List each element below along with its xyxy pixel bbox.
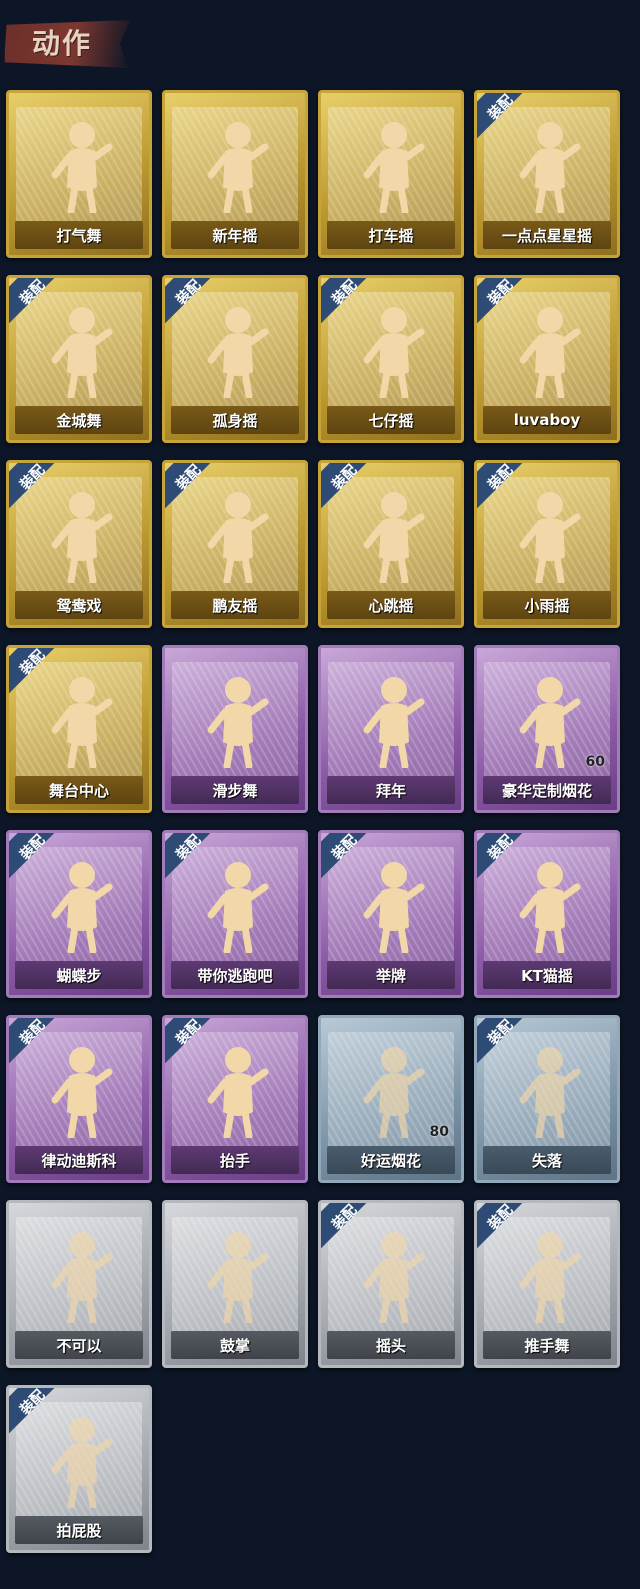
emote-card[interactable]: 装配 luvaboy (474, 275, 620, 443)
section-title: 动作 (32, 27, 93, 60)
dance-figure-icon (517, 672, 583, 770)
dance-figure-icon (49, 487, 115, 585)
dance-figure-icon (517, 857, 583, 955)
dance-figure-icon (205, 672, 271, 770)
emote-card[interactable]: 60 豪华定制烟花 (474, 645, 620, 813)
emote-label: 一点点星星摇 (483, 221, 611, 249)
dance-figure-icon (361, 487, 427, 585)
emote-label: 律动迪斯科 (15, 1146, 143, 1174)
emote-card[interactable]: 装配 一点点星星摇 (474, 90, 620, 258)
emote-label: 拜年 (327, 776, 455, 804)
emote-label: 鼓掌 (171, 1331, 299, 1359)
emote-card[interactable]: 装配 拍屁股 (6, 1385, 152, 1553)
emote-label: 打气舞 (15, 221, 143, 249)
emote-label: 舞台中心 (15, 776, 143, 804)
dance-figure-icon (49, 117, 115, 215)
count-badge: 60 (585, 754, 605, 770)
emote-label: 鹏友摇 (171, 591, 299, 619)
emote-card[interactable]: 装配 举牌 (318, 830, 464, 998)
emote-card[interactable]: 装配 小雨摇 (474, 460, 620, 628)
emote-card[interactable]: 打车摇 (318, 90, 464, 258)
emote-label: 滑步舞 (171, 776, 299, 804)
emote-card[interactable]: 鼓掌 (162, 1200, 308, 1368)
emote-card[interactable]: 装配 金城舞 (6, 275, 152, 443)
dance-figure-icon (49, 672, 115, 770)
emote-label: luvaboy (483, 406, 611, 434)
dance-figure-icon (517, 1227, 583, 1325)
emote-card[interactable]: 装配 鹏友摇 (162, 460, 308, 628)
emote-label: 豪华定制烟花 (483, 776, 611, 804)
emote-label: 举牌 (327, 961, 455, 989)
emote-card[interactable]: 装配 七仔摇 (318, 275, 464, 443)
dance-figure-icon (205, 302, 271, 400)
dance-figure-icon (49, 1227, 115, 1325)
emote-card[interactable]: 装配 舞台中心 (6, 645, 152, 813)
dance-figure-icon (205, 857, 271, 955)
emote-card[interactable]: 装配 蝴蝶步 (6, 830, 152, 998)
emote-label: 蝴蝶步 (15, 961, 143, 989)
emote-card[interactable]: 装配 抬手 (162, 1015, 308, 1183)
count-badge: 80 (429, 1124, 449, 1140)
emote-card[interactable]: 装配 孤身摇 (162, 275, 308, 443)
dance-figure-icon (517, 302, 583, 400)
emote-label: 心跳摇 (327, 591, 455, 619)
dance-figure-icon (361, 672, 427, 770)
dance-figure-icon (205, 1042, 271, 1140)
emote-card[interactable]: 打气舞 (6, 90, 152, 258)
emote-card[interactable]: 装配 KT猫摇 (474, 830, 620, 998)
emote-card[interactable]: 装配 带你逃跑吧 (162, 830, 308, 998)
dance-figure-icon (361, 857, 427, 955)
dance-figure-icon (361, 1227, 427, 1325)
dance-figure-icon (361, 302, 427, 400)
emote-label: 推手舞 (483, 1331, 611, 1359)
emote-label: 摇头 (327, 1331, 455, 1359)
emote-card[interactable]: 不可以 (6, 1200, 152, 1368)
emote-card[interactable]: 装配 律动迪斯科 (6, 1015, 152, 1183)
section-header: 动作 (4, 6, 134, 80)
emote-label: 小雨摇 (483, 591, 611, 619)
emote-card[interactable]: 装配 摇头 (318, 1200, 464, 1368)
emote-card[interactable]: 装配 鸳鸯戏 (6, 460, 152, 628)
emote-label: 失落 (483, 1146, 611, 1174)
dance-figure-icon (361, 117, 427, 215)
emote-label: 金城舞 (15, 406, 143, 434)
emote-label: 带你逃跑吧 (171, 961, 299, 989)
emote-card[interactable]: 装配 心跳摇 (318, 460, 464, 628)
emote-card[interactable]: 拜年 (318, 645, 464, 813)
dance-figure-icon (49, 302, 115, 400)
emote-card[interactable]: 装配 失落 (474, 1015, 620, 1183)
emote-card[interactable]: 80 好运烟花 (318, 1015, 464, 1183)
dance-figure-icon (205, 487, 271, 585)
emote-label: 抬手 (171, 1146, 299, 1174)
emote-label: 拍屁股 (15, 1516, 143, 1544)
dance-figure-icon (517, 117, 583, 215)
emote-card[interactable]: 滑步舞 (162, 645, 308, 813)
emote-label: 不可以 (15, 1331, 143, 1359)
dance-figure-icon (49, 1042, 115, 1140)
dance-figure-icon (517, 1042, 583, 1140)
emote-label: 七仔摇 (327, 406, 455, 434)
emote-label: 好运烟花 (327, 1146, 455, 1174)
dance-figure-icon (49, 1412, 115, 1510)
emote-label: 鸳鸯戏 (15, 591, 143, 619)
emote-label: 打车摇 (327, 221, 455, 249)
emote-card[interactable]: 装配 推手舞 (474, 1200, 620, 1368)
dance-figure-icon (361, 1042, 427, 1140)
emote-label: KT猫摇 (483, 961, 611, 989)
dance-figure-icon (517, 487, 583, 585)
emote-label: 孤身摇 (171, 406, 299, 434)
emote-label: 新年摇 (171, 221, 299, 249)
emote-card[interactable]: 新年摇 (162, 90, 308, 258)
dance-figure-icon (49, 857, 115, 955)
dance-figure-icon (205, 1227, 271, 1325)
dance-figure-icon (205, 117, 271, 215)
